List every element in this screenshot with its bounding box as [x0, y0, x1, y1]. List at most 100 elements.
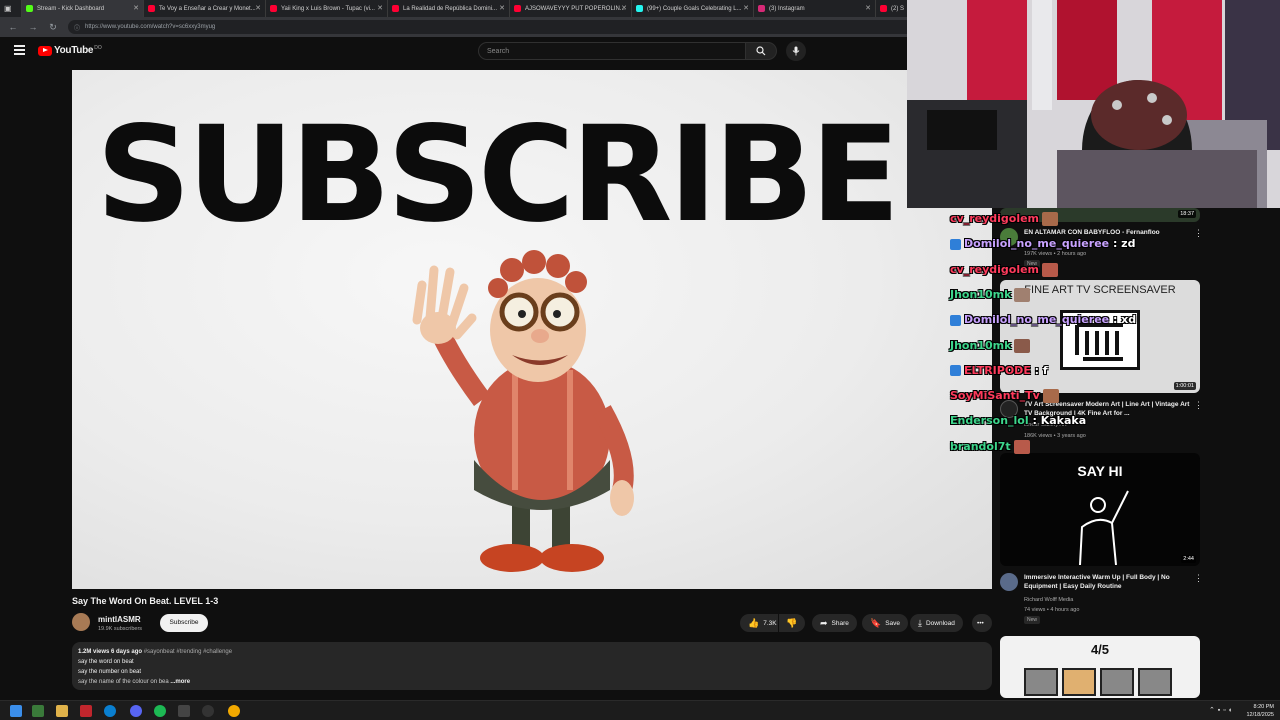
- tab-favicon-icon: [26, 5, 33, 12]
- reload-icon[interactable]: ↻: [46, 20, 60, 34]
- browser-tab[interactable]: Stream - Kick Dashboard ✕: [22, 0, 144, 17]
- chat-username[interactable]: ELTRIPODE: [964, 364, 1031, 377]
- tab-close-icon[interactable]: ✕: [255, 4, 261, 12]
- discord-icon[interactable]: [130, 705, 142, 717]
- search-button[interactable]: [745, 42, 777, 60]
- chat-username[interactable]: Enderson_lol: [950, 414, 1029, 427]
- system-tray-icons[interactable]: ⌃▪▫◐: [1209, 706, 1236, 714]
- save-label: Save: [885, 619, 901, 627]
- chat-message-text: : Kakaka: [1028, 414, 1087, 428]
- edge-icon[interactable]: [104, 705, 116, 717]
- clock-time: 8:20 PM: [1253, 704, 1274, 710]
- app-icon[interactable]: [178, 705, 190, 717]
- chat-emote-icon: [1013, 439, 1030, 454]
- waving-figure-icon: [1079, 490, 1129, 565]
- tab-close-icon[interactable]: ✕: [133, 4, 139, 12]
- more-vertical-icon[interactable]: ⋮: [1194, 228, 1203, 239]
- thumbnail-tile: [1024, 668, 1058, 696]
- site-info-icon[interactable]: ⓘ: [74, 23, 80, 32]
- chat-username[interactable]: cv_reydigolem: [950, 212, 1039, 225]
- tab-favicon-icon: [880, 5, 887, 12]
- share-icon: ➦: [820, 617, 828, 628]
- more-vertical-icon[interactable]: ⋮: [1194, 573, 1203, 584]
- spotify-icon[interactable]: [154, 705, 166, 717]
- more-actions-button[interactable]: •••: [972, 614, 992, 632]
- tab-close-icon[interactable]: ✕: [377, 4, 383, 12]
- chat-message: cv_reydigolem: [950, 262, 1059, 277]
- bookmark-icon: 🔖: [870, 617, 882, 628]
- description-box[interactable]: 1.2M views 6 days ago #sayonbeat #trendi…: [72, 642, 992, 690]
- obs-icon[interactable]: [202, 705, 214, 717]
- hamburger-menu-icon[interactable]: [14, 45, 25, 55]
- chat-message-text: : zd: [1109, 237, 1136, 251]
- subscribe-button[interactable]: Subscribe: [160, 614, 208, 632]
- channel-name[interactable]: mintlASMR: [98, 615, 141, 624]
- browser-tab[interactable]: (99+) Couple Goals Celebrating L... ✕: [632, 0, 754, 17]
- chat-username[interactable]: Domilol_no_me_quieree: [964, 313, 1109, 326]
- tab-favicon-icon: [392, 5, 399, 12]
- chat-message: Jhon10mk: [950, 338, 1031, 353]
- channel-avatar[interactable]: [1000, 573, 1018, 591]
- forward-arrow-icon[interactable]: →: [26, 20, 40, 34]
- file-explorer-icon[interactable]: [56, 705, 68, 717]
- show-more-link[interactable]: ...more: [170, 679, 190, 685]
- chat-emote-icon: [1042, 212, 1059, 226]
- browser-tab[interactable]: AJSOWAVEYYY PUT POPEROLIN... ✕: [510, 0, 632, 17]
- like-count: 7.3K: [763, 619, 777, 627]
- chat-username[interactable]: cv_reydigolem: [950, 263, 1039, 276]
- description-line: say the name of the colour on bea: [78, 679, 169, 685]
- chat-username[interactable]: Jhon10mk: [950, 288, 1011, 301]
- microphone-icon: [792, 46, 800, 56]
- channel-avatar[interactable]: [72, 613, 90, 631]
- like-button[interactable]: 👍 7.3K: [740, 614, 778, 632]
- clock-date: 12/18/2025: [1246, 712, 1274, 718]
- chrome-icon[interactable]: [228, 705, 240, 717]
- tab-favicon-icon: [148, 5, 155, 12]
- windows-start-icon[interactable]: [10, 705, 22, 717]
- tab-close-icon[interactable]: ✕: [743, 4, 749, 12]
- search-input[interactable]: Search: [478, 42, 746, 60]
- chat-username[interactable]: SoyMiSanti_Tv: [950, 389, 1040, 402]
- more-vertical-icon[interactable]: ⋮: [1194, 400, 1203, 411]
- app-icon[interactable]: [32, 705, 44, 717]
- video-duration: 18:37: [1178, 210, 1196, 218]
- download-label: Download: [925, 619, 955, 627]
- browser-tab[interactable]: La Realidad de República Domini... ✕: [388, 0, 510, 17]
- download-button[interactable]: ⤓ Download: [910, 614, 963, 632]
- chat-username[interactable]: Jhon10mk: [950, 339, 1011, 352]
- taskbar-clock[interactable]: 8:20 PM 12/18/2025: [1246, 703, 1274, 719]
- browser-tab[interactable]: (3) Instagram ✕: [754, 0, 876, 17]
- tab-favicon-icon: [636, 5, 643, 12]
- youtube-logo[interactable]: YouTube DO: [38, 45, 102, 56]
- recommendation-thumbnail[interactable]: SAY HI 2:44: [1000, 453, 1200, 566]
- save-button[interactable]: 🔖 Save: [862, 614, 909, 632]
- tab-close-icon[interactable]: ✕: [621, 4, 627, 12]
- tab-close-icon[interactable]: ✕: [499, 4, 505, 12]
- recommendation-channel[interactable]: Richard Wolff Media: [1024, 596, 1073, 604]
- recommendation-title[interactable]: Immersive Interactive Warm Up | Full Bod…: [1024, 573, 1192, 591]
- browser-tab[interactable]: Te Voy a Enseñar a Crear y Monet... ✕: [144, 0, 266, 17]
- tab-close-icon[interactable]: ✕: [865, 4, 871, 12]
- tab-favicon-icon: [514, 5, 521, 12]
- chat-emote-icon: [1014, 287, 1031, 302]
- browser-tab[interactable]: Yaii King x Luis Brown - Tupac (vi... ✕: [266, 0, 388, 17]
- tab-title: Te Voy a Enseñar a Crear y Monet...: [159, 5, 256, 12]
- hashtags[interactable]: #sayonbeat #trending #challenge: [144, 649, 232, 655]
- thumbnail-text: 4/5: [1090, 642, 1110, 657]
- video-subscribe-text: SUBSCRIBE: [96, 98, 900, 252]
- voice-search-button[interactable]: [786, 41, 806, 61]
- video-player[interactable]: SUBSCRIBE: [72, 70, 992, 589]
- back-arrow-icon[interactable]: ←: [6, 20, 20, 34]
- new-badge: New: [1024, 616, 1041, 624]
- app-icon[interactable]: [80, 705, 92, 717]
- dislike-button[interactable]: 👎: [779, 614, 805, 632]
- address-bar[interactable]: ⓘ https://www.youtube.com/watch?v=sc6xxy…: [68, 20, 958, 34]
- chat-username[interactable]: brandol7t: [950, 440, 1011, 453]
- tab-list-button[interactable]: ▣: [0, 0, 22, 17]
- download-icon: ⤓: [918, 617, 922, 628]
- recommendation-thumbnail[interactable]: 4/5: [1000, 636, 1200, 698]
- country-code: DO: [94, 44, 102, 51]
- chat-username[interactable]: Domilol_no_me_quieree: [964, 237, 1109, 250]
- thumbnail-tile: [1138, 668, 1172, 696]
- share-button[interactable]: ➦ Share: [812, 614, 857, 632]
